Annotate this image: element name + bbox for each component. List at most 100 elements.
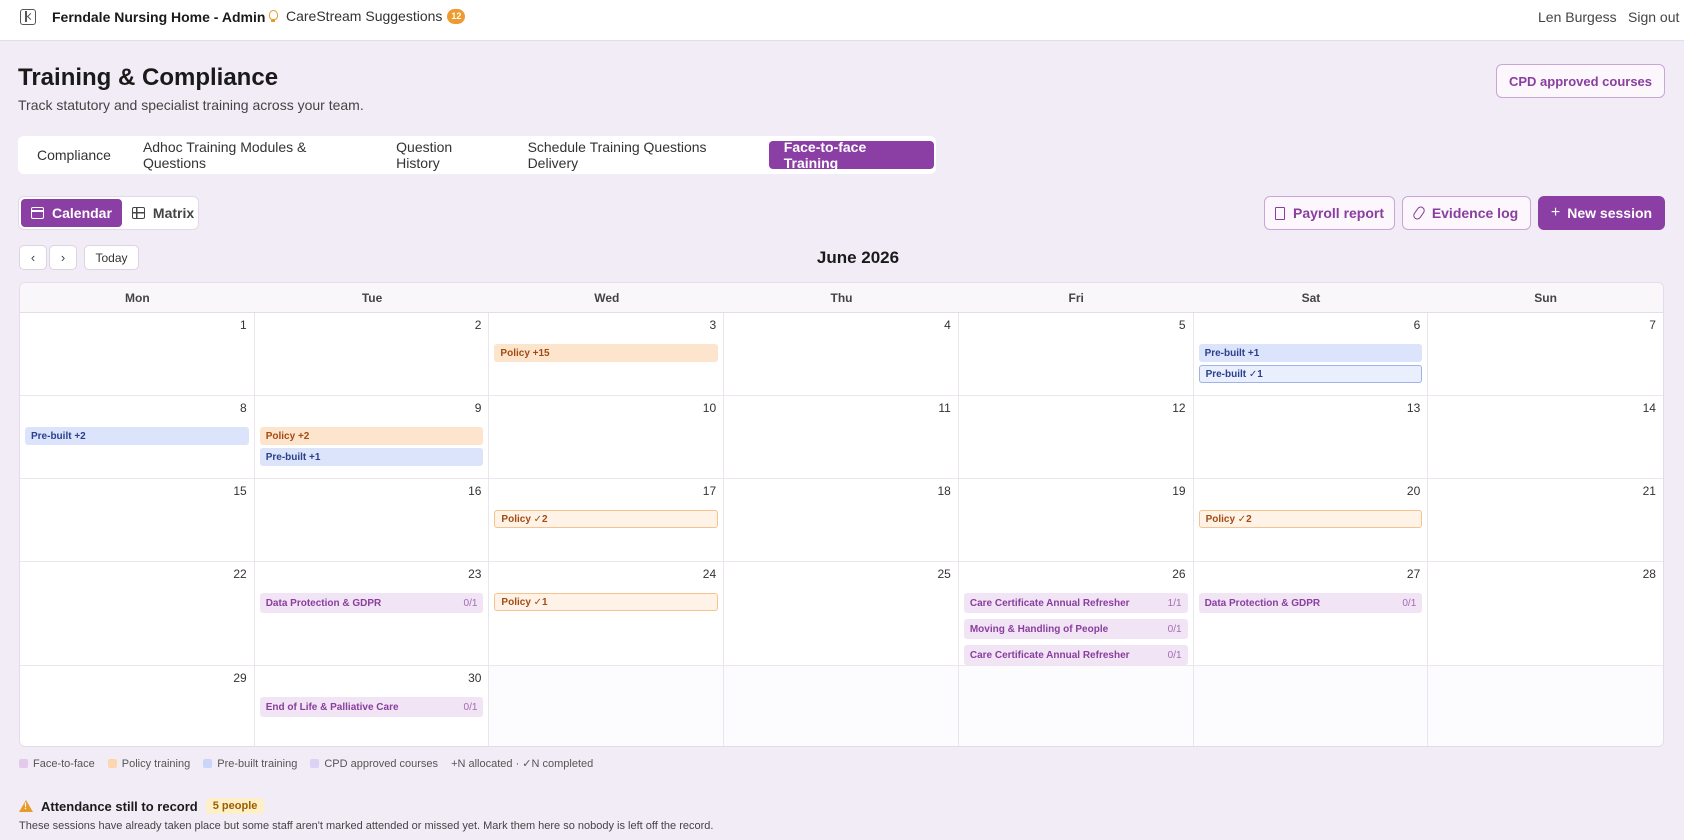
- calendar-day[interactable]: 7: [1428, 313, 1663, 396]
- calendar-grid: 1 2 3 Policy +15 4 5 6 Pre-built +1 Pre-built ✓1…: [20, 313, 1663, 746]
- session-chip[interactable]: Data Protection & GDPR 0/1: [259, 593, 484, 613]
- training-chip[interactable]: Pre-built +1: [259, 448, 484, 466]
- calendar-day[interactable]: 9 Policy +2 Pre-built +1: [254, 396, 490, 479]
- calendar-day[interactable]: 21: [1428, 479, 1663, 562]
- calendar-day[interactable]: 27 Data Protection & GDPR 0/1: [1193, 562, 1429, 666]
- calendar-day[interactable]: 13: [1193, 396, 1429, 479]
- tab-face-to-face[interactable]: Face-to-face Training: [768, 139, 935, 171]
- calendar-day[interactable]: 3 Policy +15: [489, 313, 725, 396]
- legend-label: Pre-built training: [217, 757, 298, 770]
- tab-compliance[interactable]: Compliance: [22, 141, 126, 169]
- legend-note: +N allocated · ✓N completed: [451, 758, 594, 770]
- calendar-day-empty: [1428, 666, 1663, 746]
- sidebar-toggle-icon[interactable]: [20, 9, 36, 25]
- training-chip[interactable]: Policy +15: [494, 344, 719, 362]
- event-label: Pre-built +1: [265, 451, 321, 463]
- day-number: 20: [1406, 484, 1421, 498]
- calendar-day-empty: [1193, 666, 1429, 746]
- event-label: Care Certificate Annual Refresher: [969, 597, 1130, 609]
- month-label: June 2026: [816, 248, 900, 267]
- calendar-day[interactable]: 2: [254, 313, 490, 396]
- event-label: Data Protection & GDPR: [265, 597, 382, 609]
- attendance-ratio: 0/1: [1167, 623, 1182, 635]
- calendar-day[interactable]: 19: [958, 479, 1194, 562]
- event-label: Policy ✓1: [501, 596, 548, 608]
- event-label: Policy ✓2: [1205, 513, 1252, 525]
- tab-schedule-questions[interactable]: Schedule Training Questions Delivery: [513, 139, 767, 171]
- event-label: Data Protection & GDPR: [1204, 597, 1321, 609]
- calendar-icon: [31, 207, 44, 219]
- training-chip[interactable]: Pre-built +2: [25, 427, 249, 445]
- new-session-button[interactable]: + New session: [1538, 196, 1665, 230]
- calendar-day[interactable]: 18: [724, 479, 959, 562]
- session-chip[interactable]: Care Certificate Annual Refresher 0/1: [963, 645, 1188, 665]
- training-chip[interactable]: Pre-built +1: [1198, 344, 1423, 362]
- event-label: Policy +15: [500, 347, 550, 359]
- calendar-day-empty: [958, 666, 1194, 746]
- calendar-day[interactable]: 24 Policy ✓1: [489, 562, 725, 666]
- calendar-day[interactable]: 4: [724, 313, 959, 396]
- calendar-day[interactable]: 10: [489, 396, 725, 479]
- training-chip[interactable]: Pre-built ✓1: [1198, 365, 1423, 383]
- calendar-day[interactable]: 17 Policy ✓2: [489, 479, 725, 562]
- day-number: 28: [1642, 567, 1656, 581]
- training-chip[interactable]: Policy ✓1: [494, 593, 719, 611]
- training-chip[interactable]: Policy ✓2: [494, 510, 719, 528]
- day-number: 5: [1178, 318, 1186, 332]
- legend-item: Policy training: [107, 757, 191, 770]
- day-number: 19: [1172, 484, 1186, 498]
- tab-adhoc-training[interactable]: Adhoc Training Modules & Questions: [128, 139, 379, 171]
- calendar-day[interactable]: 26 Care Certificate Annual Refresher 1/1 Mo…: [958, 562, 1194, 666]
- calendar-day[interactable]: 6 Pre-built +1 Pre-built ✓1: [1193, 313, 1429, 396]
- legend-label: Policy training: [121, 757, 191, 770]
- new-session-label: New session: [1567, 205, 1653, 221]
- session-chip[interactable]: End of Life & Palliative Care 0/1: [259, 697, 484, 717]
- calendar-day[interactable]: 5: [958, 313, 1194, 396]
- tab-question-history[interactable]: Question History: [381, 139, 510, 171]
- calendar-day[interactable]: 20 Policy ✓2: [1193, 479, 1429, 562]
- user-name[interactable]: Len Burgess: [1538, 9, 1617, 25]
- day-number: 17: [702, 484, 717, 498]
- day-number: 13: [1406, 401, 1421, 415]
- calendar-day[interactable]: 15: [20, 479, 255, 562]
- calendar-day[interactable]: 12: [958, 396, 1194, 479]
- calendar-day[interactable]: 25: [724, 562, 959, 666]
- event-label: End of Life & Palliative Care: [265, 701, 399, 713]
- session-chip[interactable]: Care Certificate Annual Refresher 1/1: [963, 593, 1188, 613]
- matrix-view-button[interactable]: Matrix: [122, 199, 204, 227]
- payroll-report-button[interactable]: Payroll report: [1264, 196, 1395, 230]
- calendar-day[interactable]: 16: [254, 479, 490, 562]
- legend-item: Pre-built training: [203, 758, 297, 770]
- attendance-title: Attendance still to record: [41, 798, 198, 814]
- calendar-view-label: Calendar: [52, 205, 112, 221]
- signout-link[interactable]: Sign out: [1628, 9, 1679, 25]
- attendance-description: These sessions have already taken place …: [19, 820, 714, 832]
- session-chip[interactable]: Moving & Handling of People 0/1: [963, 619, 1188, 639]
- suggestions-link[interactable]: CareStream Suggestions 12: [268, 8, 466, 24]
- training-chip[interactable]: Policy +2: [259, 427, 484, 445]
- calendar-day[interactable]: 23 Data Protection & GDPR 0/1: [254, 562, 490, 666]
- day-number: 27: [1406, 567, 1421, 581]
- calendar-day[interactable]: 14: [1428, 396, 1663, 479]
- calendar-day[interactable]: 22: [20, 562, 255, 666]
- calendar-day[interactable]: 30 End of Life & Palliative Care 0/1: [255, 666, 490, 746]
- attendance-ratio: 0/1: [1402, 597, 1417, 609]
- day-number: 21: [1642, 484, 1656, 498]
- calendar-day[interactable]: 8 Pre-built +2: [20, 396, 255, 479]
- day-number: 29: [233, 671, 247, 685]
- view-toggle: Calendar Matrix: [18, 196, 199, 230]
- grid-icon: [131, 207, 145, 219]
- legend-label: Face-to-face: [33, 757, 95, 770]
- calendar-day[interactable]: 1: [20, 313, 255, 396]
- session-chip[interactable]: Data Protection & GDPR 0/1: [1198, 593, 1423, 613]
- evidence-log-button[interactable]: Evidence log: [1402, 196, 1531, 230]
- suggestions-count-badge: 12: [447, 8, 466, 24]
- cpd-courses-button[interactable]: CPD approved courses: [1496, 64, 1665, 98]
- training-chip[interactable]: Policy ✓2: [1198, 510, 1423, 528]
- calendar-view-button[interactable]: Calendar: [21, 199, 122, 227]
- calendar-day[interactable]: 29: [20, 666, 255, 746]
- legend-label: CPD approved courses: [324, 757, 439, 770]
- calendar-day[interactable]: 28: [1428, 562, 1663, 666]
- plus-icon: +: [1550, 204, 1561, 221]
- calendar-day[interactable]: 11: [724, 396, 959, 479]
